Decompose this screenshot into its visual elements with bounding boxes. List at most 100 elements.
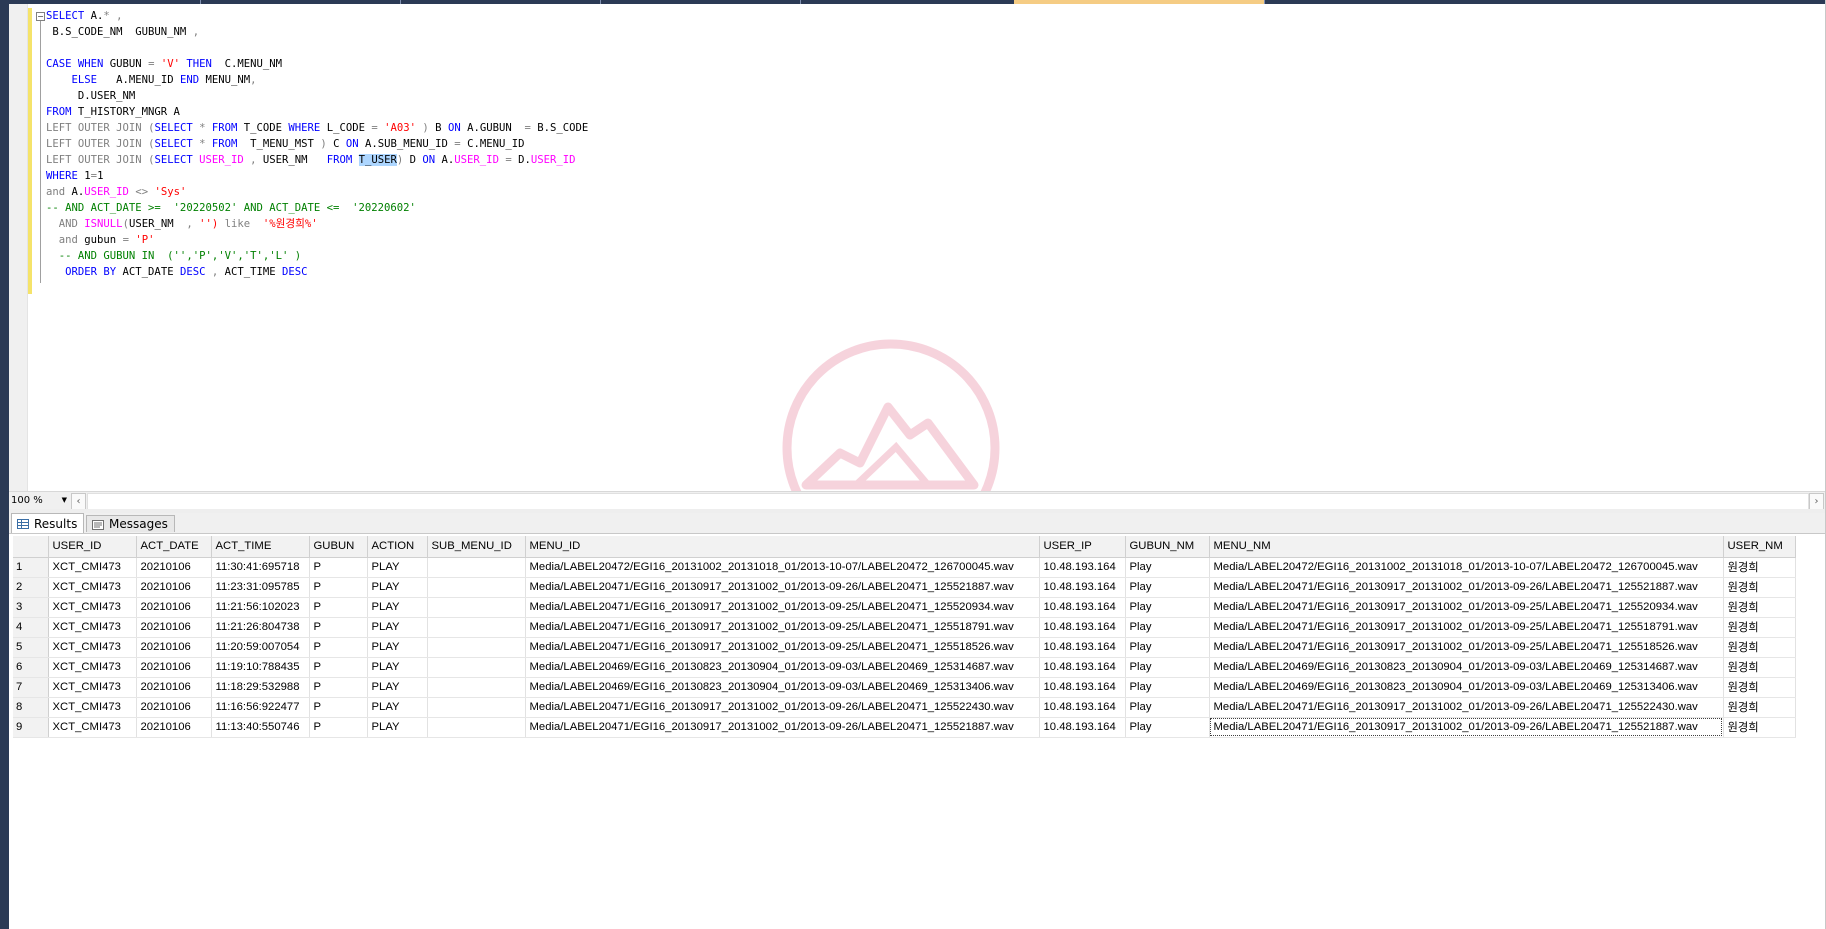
cell-gubun[interactable]: P [309, 617, 368, 638]
cell-user-ip[interactable]: 10.48.193.164 [1039, 637, 1126, 658]
cell-user-nm[interactable]: 원경희 [1723, 717, 1796, 738]
column-header-user-nm[interactable]: USER_NM [1723, 536, 1796, 558]
cell-menu-id[interactable]: Media/LABEL20471/EGI16_20130917_20131002… [525, 637, 1040, 658]
code-line[interactable]: ORDER BY ACT_DATE DESC , ACT_TIME DESC [46, 264, 588, 280]
cell-user-ip[interactable]: 10.48.193.164 [1039, 677, 1126, 698]
cell-user-id[interactable]: XCT_CMI473 [48, 697, 137, 718]
collapse-icon[interactable]: − [36, 12, 45, 21]
cell-act-date[interactable]: 20210106 [136, 557, 212, 578]
cell-sub-menu-id[interactable] [427, 697, 526, 718]
table-row[interactable]: 8 XCT_CMI473 20210106 11:16:56:922477 P PLAY M… [13, 697, 1796, 718]
cell-menu-nm[interactable]: Media/LABEL20471/EGI16_20130917_20131002… [1209, 597, 1724, 618]
row-number[interactable]: 5 [13, 637, 49, 658]
row-number[interactable]: 8 [13, 697, 49, 718]
cell-user-ip[interactable]: 10.48.193.164 [1039, 697, 1126, 718]
cell-act-date[interactable]: 20210106 [136, 697, 212, 718]
cell-act-time[interactable]: 11:20:59:007054 [211, 637, 310, 658]
cell-gubun-nm[interactable]: Play [1125, 617, 1210, 638]
cell-gubun-nm[interactable]: Play [1125, 557, 1210, 578]
cell-user-nm[interactable]: 원경희 [1723, 617, 1796, 638]
cell-user-nm[interactable]: 원경희 [1723, 557, 1796, 578]
cell-act-date[interactable]: 20210106 [136, 657, 212, 678]
cell-sub-menu-id[interactable] [427, 717, 526, 738]
cell-action[interactable]: PLAY [367, 597, 428, 618]
zoom-select[interactable]: 100 % ▼ [11, 494, 69, 507]
cell-act-time[interactable]: 11:13:40:550746 [211, 717, 310, 738]
cell-menu-id[interactable]: Media/LABEL20471/EGI16_20130917_20131002… [525, 577, 1040, 598]
code-line[interactable]: and A.USER_ID <> 'Sys' [46, 184, 588, 200]
sql-code[interactable]: SELECT A.* , B.S_CODE_NM GUBUN_NM , CASE … [46, 8, 588, 280]
cell-action[interactable]: PLAY [367, 637, 428, 658]
cell-user-ip[interactable]: 10.48.193.164 [1039, 597, 1126, 618]
cell-gubun-nm[interactable]: Play [1125, 577, 1210, 598]
column-header-user-ip[interactable]: USER_IP [1039, 536, 1126, 558]
cell-sub-menu-id[interactable] [427, 677, 526, 698]
cell-user-nm[interactable]: 원경희 [1723, 637, 1796, 658]
row-number[interactable]: 4 [13, 617, 49, 638]
code-line[interactable]: ELSE A.MENU_ID END MENU_NM, [46, 72, 588, 88]
cell-user-ip[interactable]: 10.48.193.164 [1039, 577, 1126, 598]
tab-results[interactable]: Results [11, 513, 85, 533]
cell-user-id[interactable]: XCT_CMI473 [48, 617, 137, 638]
cell-user-id[interactable]: XCT_CMI473 [48, 717, 137, 738]
cell-menu-nm[interactable]: Media/LABEL20472/EGI16_20131002_20131018… [1209, 557, 1724, 578]
results-grid[interactable]: USER_ID ACT_DATE ACT_TIME GUBUN ACTION S… [13, 536, 1796, 738]
cell-sub-menu-id[interactable] [427, 637, 526, 658]
row-number[interactable]: 7 [13, 677, 49, 698]
cell-gubun[interactable]: P [309, 697, 368, 718]
cell-gubun[interactable]: P [309, 677, 368, 698]
cell-user-id[interactable]: XCT_CMI473 [48, 557, 137, 578]
table-row[interactable]: 1 XCT_CMI473 20210106 11:30:41:695718 P PLAY M… [13, 557, 1796, 578]
cell-gubun[interactable]: P [309, 597, 368, 618]
cell-menu-id[interactable]: Media/LABEL20469/EGI16_20130823_20130904… [525, 677, 1040, 698]
cell-gubun[interactable]: P [309, 657, 368, 678]
cell-menu-id[interactable]: Media/LABEL20471/EGI16_20130917_20131002… [525, 717, 1040, 738]
horizontal-scrollbar[interactable] [87, 493, 1809, 510]
column-header-user-id[interactable]: USER_ID [48, 536, 137, 558]
code-line[interactable]: and gubun = 'P' [46, 232, 588, 248]
cell-action[interactable]: PLAY [367, 617, 428, 638]
row-number[interactable]: 2 [13, 577, 49, 598]
cell-act-date[interactable]: 20210106 [136, 597, 212, 618]
column-header-menu-id[interactable]: MENU_ID [525, 536, 1040, 558]
cell-sub-menu-id[interactable] [427, 617, 526, 638]
cell-user-id[interactable]: XCT_CMI473 [48, 677, 137, 698]
cell-gubun-nm[interactable]: Play [1125, 697, 1210, 718]
row-number[interactable]: 3 [13, 597, 49, 618]
code-line[interactable]: B.S_CODE_NM GUBUN_NM , [46, 24, 588, 40]
cell-user-nm[interactable]: 원경희 [1723, 597, 1796, 618]
cell-gubun-nm[interactable]: Play [1125, 597, 1210, 618]
code-line[interactable]: LEFT OUTER JOIN (SELECT USER_ID , USER_N… [46, 152, 588, 168]
cell-gubun[interactable]: P [309, 717, 368, 738]
cell-menu-nm[interactable]: Media/LABEL20471/EGI16_20130917_20131002… [1209, 617, 1724, 638]
cell-user-id[interactable]: XCT_CMI473 [48, 597, 137, 618]
cell-act-date[interactable]: 20210106 [136, 677, 212, 698]
table-row[interactable]: 3 XCT_CMI473 20210106 11:21:56:102023 P PLAY M… [13, 597, 1796, 618]
cell-act-time[interactable]: 11:21:26:804738 [211, 617, 310, 638]
column-header-act-time[interactable]: ACT_TIME [211, 536, 310, 558]
scroll-left-icon[interactable]: ‹ [71, 493, 86, 510]
cell-act-date[interactable]: 20210106 [136, 717, 212, 738]
tab-messages[interactable]: Messages [86, 515, 175, 532]
table-row[interactable]: 6 XCT_CMI473 20210106 11:19:10:788435 P PLAY M… [13, 657, 1796, 678]
table-row[interactable]: 9 XCT_CMI473 20210106 11:13:40:550746 P PLAY M… [13, 717, 1796, 738]
cell-menu-id[interactable]: Media/LABEL20469/EGI16_20130823_20130904… [525, 657, 1040, 678]
cell-user-ip[interactable]: 10.48.193.164 [1039, 657, 1126, 678]
code-line[interactable]: D.USER_NM [46, 88, 588, 104]
code-line[interactable]: WHERE 1=1 [46, 168, 588, 184]
cell-menu-id[interactable]: Media/LABEL20472/EGI16_20131002_20131018… [525, 557, 1040, 578]
cell-gubun-nm[interactable]: Play [1125, 717, 1210, 738]
code-line[interactable]: SELECT A.* , [46, 8, 588, 24]
cell-menu-id[interactable]: Media/LABEL20471/EGI16_20130917_20131002… [525, 617, 1040, 638]
cell-act-time[interactable]: 11:16:56:922477 [211, 697, 310, 718]
cell-user-nm[interactable]: 원경희 [1723, 577, 1796, 598]
query-editor[interactable]: − SELECT A.* , B.S_CODE_NM GUBUN_NM , CAS… [9, 4, 1826, 491]
code-line[interactable] [46, 40, 588, 56]
cell-user-ip[interactable]: 10.48.193.164 [1039, 617, 1126, 638]
cell-act-date[interactable]: 20210106 [136, 577, 212, 598]
cell-act-date[interactable]: 20210106 [136, 637, 212, 658]
table-row[interactable]: 5 XCT_CMI473 20210106 11:20:59:007054 P PLAY M… [13, 637, 1796, 658]
row-number[interactable]: 1 [13, 557, 49, 578]
cell-act-time[interactable]: 11:30:41:695718 [211, 557, 310, 578]
cell-gubun[interactable]: P [309, 637, 368, 658]
